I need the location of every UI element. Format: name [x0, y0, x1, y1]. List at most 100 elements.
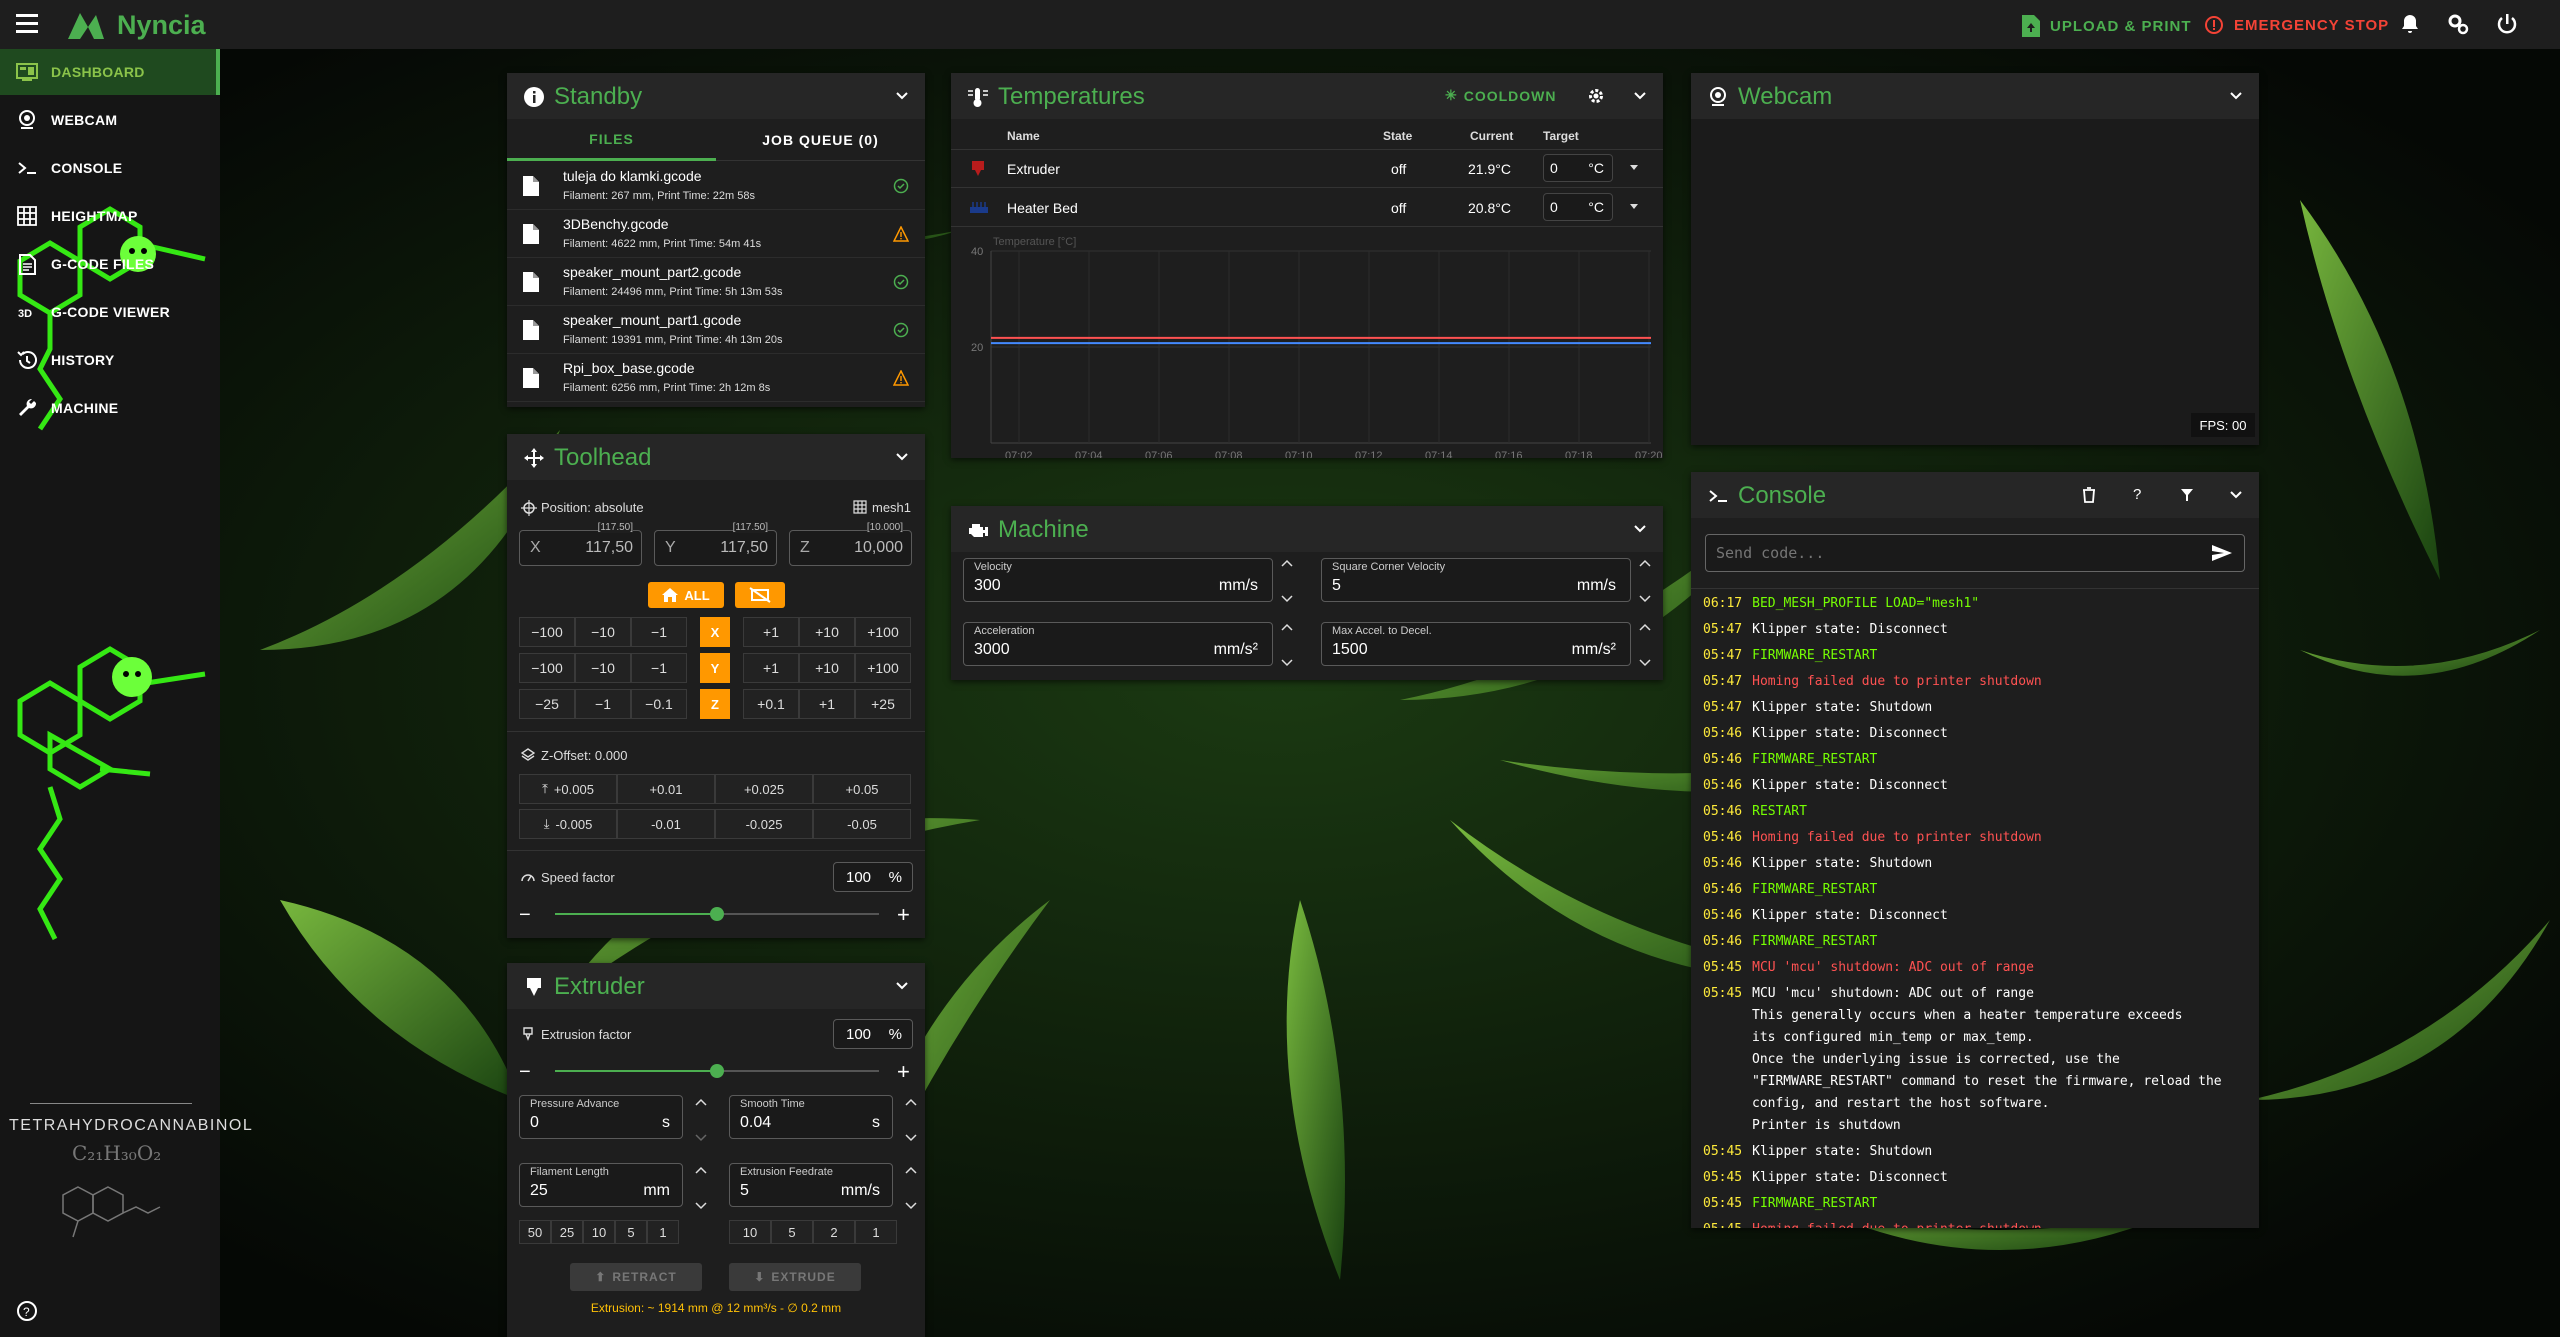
jog-button[interactable]: +10	[799, 653, 855, 683]
zoffset-button[interactable]: -0.025	[715, 809, 813, 839]
extrusion-feedrate-input[interactable]: Extrusion Feedrate 5 mm/s	[729, 1163, 893, 1207]
acceleration-input[interactable]: Acceleration 3000 mm/s²	[963, 622, 1273, 666]
gear-icon[interactable]	[1587, 87, 1605, 105]
jog-button[interactable]: +100	[855, 617, 911, 647]
cooldown-button[interactable]: ✳ COOLDOWN	[1445, 87, 1557, 104]
file-row[interactable]: tuleja do klamki.gcode Filament: 267 mm, …	[507, 162, 925, 210]
z-position-field[interactable]: Z [10.000] 10,000	[789, 522, 912, 566]
jog-button[interactable]: −1	[631, 653, 687, 683]
velocity-stepper[interactable]	[1279, 556, 1295, 606]
chevron-down-icon[interactable]	[2229, 488, 2243, 502]
jog-button[interactable]: −10	[575, 653, 631, 683]
file-row[interactable]: Rpi_box_base.gcode Filament: 6256 mm, Pri…	[507, 354, 925, 402]
length-preset-button[interactable]: 10	[583, 1220, 615, 1244]
filament-length-input[interactable]: Filament Length 25 mm	[519, 1163, 683, 1207]
bed-target-input[interactable]: 0 °C	[1543, 193, 1613, 221]
jog-button[interactable]: −0.1	[631, 689, 687, 719]
pressure-advance-stepper[interactable]	[693, 1095, 709, 1145]
pressure-advance-input[interactable]: Pressure Advance 0 s	[519, 1095, 683, 1139]
jog-button[interactable]: −10	[575, 617, 631, 647]
cogs-icon[interactable]	[2446, 12, 2470, 36]
extruder-target-input[interactable]: 0 °C	[1543, 154, 1613, 182]
help-circle-icon[interactable]: ?	[16, 1300, 38, 1322]
smooth-time-input[interactable]: Smooth Time 0.04 s	[729, 1095, 893, 1139]
bell-icon[interactable]	[2398, 12, 2422, 36]
sidebar-item-gcode-viewer[interactable]: 3D G-CODE VIEWER	[0, 289, 220, 335]
filter-icon[interactable]	[2180, 488, 2194, 502]
zoffset-button[interactable]: -0.01	[617, 809, 715, 839]
feedrate-preset-button[interactable]: 2	[813, 1220, 855, 1244]
zoffset-button[interactable]: -0.05	[813, 809, 911, 839]
zoffset-button[interactable]: ⤒ +0.005	[519, 774, 617, 804]
home-axis-button[interactable]: Z	[700, 689, 730, 719]
sidebar-item-webcam[interactable]: WEBCAM	[0, 97, 220, 143]
x-position-field[interactable]: X [117.50] 117,50	[519, 522, 642, 566]
zoffset-button[interactable]: +0.05	[813, 774, 911, 804]
sidebar-item-console[interactable]: CONSOLE	[0, 145, 220, 191]
feedrate-preset-button[interactable]: 1	[855, 1220, 897, 1244]
jog-button[interactable]: +1	[743, 653, 799, 683]
menu-down-icon[interactable]	[1629, 203, 1639, 211]
upload-print-button[interactable]: UPLOAD & PRINT	[2022, 15, 2192, 37]
smooth-time-stepper[interactable]	[903, 1095, 919, 1145]
trash-icon[interactable]	[2082, 487, 2096, 503]
slider-thumb[interactable]	[710, 1064, 724, 1078]
zoffset-button[interactable]: +0.01	[617, 774, 715, 804]
extrude-button[interactable]: ⬇ EXTRUDE	[729, 1263, 861, 1291]
y-position-field[interactable]: Y [117.50] 117,50	[654, 522, 777, 566]
extrusion-slider[interactable]	[555, 1064, 879, 1078]
help-icon[interactable]: ?	[2133, 486, 2141, 503]
minus-icon[interactable]: −	[519, 904, 531, 927]
sidebar-item-machine[interactable]: MACHINE	[0, 385, 220, 431]
speed-factor-input[interactable]: 100 %	[833, 862, 913, 892]
retract-button[interactable]: ⬆ RETRACT	[570, 1263, 702, 1291]
length-preset-button[interactable]: 25	[551, 1220, 583, 1244]
chevron-down-icon[interactable]	[895, 89, 909, 103]
feedrate-preset-button[interactable]: 10	[729, 1220, 771, 1244]
feedrate-preset-button[interactable]: 5	[771, 1220, 813, 1244]
scv-stepper[interactable]	[1637, 556, 1653, 606]
chevron-down-icon[interactable]	[2229, 89, 2243, 103]
file-row[interactable]: 3DBenchy.gcode Filament: 4622 mm, Print T…	[507, 210, 925, 258]
filament-length-stepper[interactable]	[693, 1163, 709, 1213]
extrusion-factor-input[interactable]: 100 %	[833, 1019, 913, 1049]
menu-icon[interactable]	[16, 14, 38, 34]
jog-button[interactable]: +1	[799, 689, 855, 719]
jog-button[interactable]: +100	[855, 653, 911, 683]
tab-files[interactable]: FILES	[507, 119, 716, 161]
chevron-down-icon[interactable]	[1633, 522, 1647, 536]
length-preset-button[interactable]: 50	[519, 1220, 551, 1244]
sidebar-item-history[interactable]: HISTORY	[0, 337, 220, 383]
jog-button[interactable]: +25	[855, 689, 911, 719]
extrusion-feedrate-stepper[interactable]	[903, 1163, 919, 1213]
plus-icon[interactable]: +	[897, 902, 910, 928]
jog-button[interactable]: +0.1	[743, 689, 799, 719]
app-title[interactable]: Nyncia	[117, 10, 206, 41]
jog-button[interactable]: −100	[519, 653, 575, 683]
jog-button[interactable]: +1	[743, 617, 799, 647]
minus-icon[interactable]: −	[519, 1061, 531, 1084]
speed-slider[interactable]	[555, 907, 879, 921]
power-icon[interactable]	[2495, 12, 2519, 36]
max-accel-to-decel-input[interactable]: Max Accel. to Decel. 1500 mm/s²	[1321, 622, 1631, 666]
jog-button[interactable]: −1	[631, 617, 687, 647]
chevron-down-icon[interactable]	[895, 979, 909, 993]
chevron-down-icon[interactable]	[895, 450, 909, 464]
jog-button[interactable]: −100	[519, 617, 575, 647]
sidebar-item-heightmap[interactable]: HEIGHTMAP	[0, 193, 220, 239]
zoffset-button[interactable]: ⤓ -0.005	[519, 809, 617, 839]
jog-button[interactable]: +10	[799, 617, 855, 647]
file-row[interactable]: speaker_mount_part1.gcode Filament: 19391…	[507, 306, 925, 354]
jog-button[interactable]: −1	[575, 689, 631, 719]
velocity-input[interactable]: Velocity 300 mm/s	[963, 558, 1273, 602]
console-command-input[interactable]	[1705, 534, 2245, 572]
jog-button[interactable]: −25	[519, 689, 575, 719]
plus-icon[interactable]: +	[897, 1059, 910, 1085]
acceleration-stepper[interactable]	[1279, 620, 1295, 670]
sidebar-item-gcode-files[interactable]: G-CODE FILES	[0, 241, 220, 287]
command-input[interactable]	[1716, 543, 2196, 563]
square-corner-velocity-input[interactable]: Square Corner Velocity 5 mm/s	[1321, 558, 1631, 602]
sidebar-item-dashboard[interactable]: DASHBOARD	[0, 49, 220, 95]
tab-job-queue[interactable]: JOB QUEUE (0)	[716, 119, 925, 161]
home-all-button[interactable]: ALL	[648, 582, 724, 608]
